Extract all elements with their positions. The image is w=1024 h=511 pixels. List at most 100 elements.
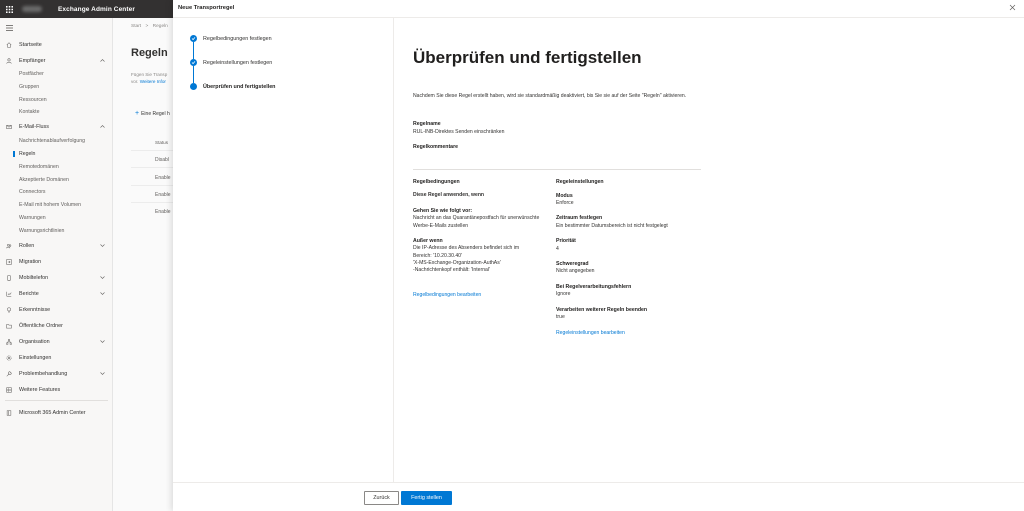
breadcrumb-rules[interactable]: Regeln <box>153 24 168 29</box>
breadcrumb: Start > Regeln <box>131 24 168 29</box>
nav-divider <box>5 400 108 401</box>
new-transport-rule-panel: Neue Transportregel Regelbedingungen fes… <box>173 0 1024 511</box>
chevron-up-icon <box>100 59 105 62</box>
chevron-down-icon <box>100 276 105 279</box>
nav-item-label: Berichte <box>19 290 39 297</box>
home-icon <box>5 41 13 49</box>
step-connector <box>193 66 194 83</box>
nav-item-mobile[interactable]: Mobiltelefon <box>0 272 113 283</box>
nav-item-reports[interactable]: Berichte <box>0 288 113 299</box>
nav-item-public-folders[interactable]: Öffentliche Ordner <box>0 320 113 331</box>
add-rule-button[interactable]: + Eine Regel h <box>135 110 170 117</box>
step-connector <box>193 42 194 59</box>
breadcrumb-start[interactable]: Start <box>131 24 141 29</box>
org-logo-blurred <box>22 6 42 12</box>
conditions-heading: Regelbedingungen <box>413 179 460 185</box>
rule-errors-value: Ignore <box>556 291 571 297</box>
page-title: Regeln <box>131 47 168 59</box>
roles-icon <box>5 242 13 250</box>
folder-icon <box>5 322 13 330</box>
nav-sub-resources[interactable]: Ressourcen <box>19 95 47 105</box>
nav-item-settings[interactable]: Einstellungen <box>0 352 113 363</box>
nav-item-recipients[interactable]: Empfänger <box>0 55 113 66</box>
nav-item-mailflow[interactable]: E-Mail-Fluss <box>0 121 113 132</box>
table-row-status[interactable]: Enable <box>155 192 171 198</box>
priority-value: 4 <box>556 246 559 252</box>
table-divider <box>131 167 173 168</box>
add-rule-label: Eine Regel h <box>141 111 170 117</box>
step-label: Regeleinstellungen festlegen <box>203 59 273 66</box>
rule-comments-label: Regelkommentare <box>413 144 458 150</box>
nav-sub-contacts[interactable]: Kontakte <box>19 107 39 117</box>
nav-item-m365-admin-center[interactable]: Microsoft 365 Admin Center <box>0 407 113 418</box>
nav-item-label: E-Mail-Fluss <box>19 123 49 130</box>
nav-item-organization[interactable]: Organisation <box>0 336 113 347</box>
nav-item-troubleshooting[interactable]: Problembehandlung <box>0 368 113 379</box>
severity-value: Nicht angegeben <box>556 268 595 274</box>
nav-item-more-features[interactable]: Weitere Features <box>0 384 113 395</box>
nav-sub-connectors[interactable]: Connectors <box>19 187 46 197</box>
nav-item-insights[interactable]: Erkenntnisse <box>0 304 113 315</box>
nav-item-roles[interactable]: Rollen <box>0 240 113 251</box>
waffle-icon[interactable] <box>0 0 18 18</box>
nav-sub-alerts[interactable]: Warnungen <box>19 213 46 223</box>
nav-sub-rules[interactable]: Regeln <box>12 149 35 159</box>
learn-more-link[interactable]: Weitere Infor <box>140 79 166 84</box>
table-row-status[interactable]: Disabl <box>155 157 169 163</box>
except-if-line: Die IP-Adresse des Absenders befindet si… <box>413 245 520 251</box>
chevron-up-icon <box>100 125 105 128</box>
step-settings[interactable]: Regeleinstellungen festlegen <box>190 59 272 66</box>
rule-name-label: Regelname <box>413 121 441 127</box>
status-column-header[interactable]: Status <box>155 140 168 145</box>
lightbulb-icon <box>5 306 13 314</box>
nav-item-migration[interactable]: Migration <box>0 256 113 267</box>
chevron-down-icon <box>100 292 105 295</box>
panel-divider <box>173 17 1024 18</box>
close-icon[interactable] <box>1009 4 1016 11</box>
chart-icon <box>5 290 13 298</box>
table-row-status[interactable]: Enable <box>155 209 171 215</box>
checkmark-icon <box>190 35 197 42</box>
table-row-status[interactable]: Enable <box>155 175 171 181</box>
back-button[interactable]: Zurück <box>364 491 399 505</box>
wrench-icon <box>5 370 13 378</box>
checkmark-icon <box>190 59 197 66</box>
app-title: Exchange Admin Center <box>58 5 135 13</box>
apply-if-label: Diese Regel anwenden, wenn <box>413 192 485 198</box>
step-review[interactable]: Überprüfen und fertigstellen <box>190 83 275 90</box>
nav-item-label: Öffentliche Ordner <box>19 322 63 329</box>
mail-icon <box>5 123 13 131</box>
do-following-line: Nachricht an das Quarantänepostfach für … <box>413 215 540 221</box>
organization-icon <box>5 338 13 346</box>
step-label: Überprüfen und fertigstellen <box>203 83 276 90</box>
table-divider <box>131 202 173 203</box>
settings-heading: Regeleinstellungen <box>556 179 604 185</box>
edit-conditions-link[interactable]: Regelbedingungen bearbeiten <box>413 292 481 298</box>
nav-sub-accepted-domains[interactable]: Akzeptierte Domänen <box>19 175 69 185</box>
nav-sub-groups[interactable]: Gruppen <box>19 82 39 92</box>
nav-sub-alert-policies[interactable]: Warnungsrichtlinien <box>19 226 64 236</box>
plus-icon: + <box>135 110 140 117</box>
nav-item-label: Erkenntnisse <box>19 306 51 313</box>
nav-item-label: Migration <box>19 258 42 265</box>
nav-item-home[interactable]: Startseite <box>0 39 113 50</box>
step-label: Regelbedingungen festlegen <box>203 35 272 42</box>
edit-settings-link[interactable]: Regeleinstellungen bearbeiten <box>556 330 625 336</box>
finish-button[interactable]: Fertig stellen <box>401 491 452 505</box>
rule-errors-label: Bei Regelverarbeitungsfehlern <box>556 284 632 290</box>
section-divider <box>413 169 701 170</box>
timeframe-value: Ein bestimmter Datumsbereich ist nicht f… <box>556 223 668 229</box>
hamburger-icon[interactable] <box>6 25 13 31</box>
footer-divider <box>173 482 1024 483</box>
page-description: Fügen Sie Transp vor. Weitere Infor <box>131 71 167 85</box>
nav-sub-mailboxes[interactable]: Postfächer <box>19 69 44 79</box>
step-conditions[interactable]: Regelbedingungen festlegen <box>190 35 272 42</box>
mobile-icon <box>5 274 13 282</box>
stop-processing-label: Verarbeiten weiterer Regeln beenden <box>556 307 648 313</box>
nav-sub-high-volume-email[interactable]: E-Mail mit hohem Volumen <box>19 200 81 210</box>
chevron-down-icon <box>100 244 105 247</box>
nav-sub-message-trace[interactable]: Nachrichtenablaufverfolgung <box>19 136 85 146</box>
nav-sub-remote-domains[interactable]: Remotedomänen <box>19 162 59 172</box>
rules-page-background: Start > Regeln Regeln Fügen Sie Transp v… <box>113 18 173 511</box>
office-icon <box>5 409 13 417</box>
